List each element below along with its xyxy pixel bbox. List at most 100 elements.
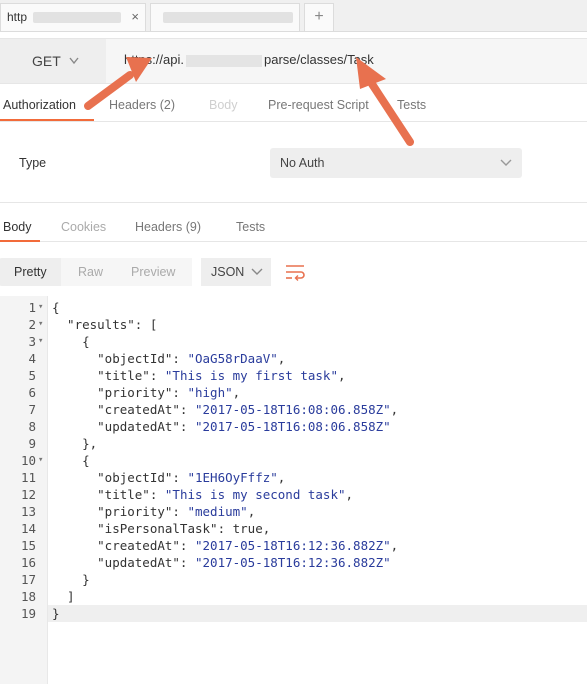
pretty-button[interactable]: Pretty: [0, 258, 61, 286]
code-line: 6 "priority": "high",: [0, 384, 587, 401]
format-select[interactable]: JSON: [201, 258, 271, 286]
response-body-editor[interactable]: 1 ▾{2 ▾ "results": [3 ▾ {4 "objectId": "OaG…: [0, 296, 587, 684]
json-key: "createdAt":: [52, 538, 195, 553]
code-text: {: [52, 453, 90, 468]
line-number: 7: [28, 402, 36, 417]
json-string-value: "2017-05-18T16:08:06.858Z": [195, 402, 391, 417]
json-key: "priority":: [52, 504, 188, 519]
json-punctuation: ,: [390, 538, 399, 553]
json-string-value: "This is my first task": [164, 368, 338, 383]
tab-response-headers[interactable]: Headers (9): [135, 220, 201, 234]
code-line: 9 },: [0, 435, 587, 452]
code-line: 3 ▾ {: [0, 333, 587, 350]
json-punctuation: ,: [337, 368, 346, 383]
line-number: 18: [20, 589, 36, 604]
line-number: 10: [20, 453, 36, 468]
code-line: 2 ▾ "results": [: [0, 316, 587, 333]
fold-toggle-icon[interactable]: ▾: [38, 299, 43, 316]
json-string-value: "2017-05-18T16:12:36.882Z": [195, 555, 391, 570]
chevron-down-icon: [500, 148, 512, 189]
json-key: "createdAt":: [52, 402, 195, 417]
line-number: 12: [20, 487, 36, 502]
json-punctuation: ,: [277, 470, 286, 485]
wrap-lines-icon[interactable]: [284, 263, 306, 281]
method-select[interactable]: GET: [0, 39, 106, 83]
auth-type-select[interactable]: No Auth: [270, 148, 522, 178]
code-text: }: [52, 606, 60, 621]
tab-test-results[interactable]: Tests: [236, 220, 265, 234]
chevron-down-icon: [251, 258, 263, 296]
url-bar: GET https://api. parse/classes/Task: [0, 38, 587, 84]
tab-pre-request-script[interactable]: Pre-request Script: [268, 98, 369, 112]
code-line: 19}: [0, 605, 587, 622]
json-string-value: "high": [187, 385, 233, 400]
close-icon[interactable]: ×: [131, 4, 139, 30]
code-line: 5 "title": "This is my first task",: [0, 367, 587, 384]
line-number: 15: [20, 538, 36, 553]
line-number: 5: [28, 368, 36, 383]
code-line: 13 "priority": "medium",: [0, 503, 587, 520]
code-line: 17 }: [0, 571, 587, 588]
request-tabs: Authorization Headers (2) Body Pre-reque…: [0, 92, 587, 122]
redacted-text: [163, 12, 293, 23]
code-line: 12 "title": "This is my second task",: [0, 486, 587, 503]
request-tab[interactable]: http ×: [0, 3, 146, 31]
json-punctuation: ,: [232, 385, 241, 400]
json-punctuation: ,: [277, 351, 286, 366]
json-key: "title":: [52, 487, 165, 502]
json-string-value: "2017-05-18T16:12:36.882Z": [195, 538, 391, 553]
json-key: "priority":: [52, 385, 188, 400]
fold-toggle-icon[interactable]: ▾: [38, 333, 43, 350]
line-number: 17: [20, 572, 36, 587]
code-line: 15 "createdAt": "2017-05-18T16:12:36.882…: [0, 537, 587, 554]
current-line-highlight: [48, 605, 587, 622]
line-number: 14: [20, 521, 36, 536]
format-bar: Pretty Raw Preview JSON: [0, 252, 587, 292]
request-tab-label: http: [7, 10, 28, 24]
json-key: "updatedAt":: [52, 555, 195, 570]
tab-authorization[interactable]: Authorization: [3, 98, 76, 112]
preview-button[interactable]: Preview: [117, 258, 189, 286]
code-line: 14 "isPersonalTask": true,: [0, 520, 587, 537]
json-key: "objectId":: [52, 470, 188, 485]
json-punctuation: ,: [247, 504, 256, 519]
json-string-value: "This is my second task": [164, 487, 346, 502]
json-string-value: "medium": [187, 504, 248, 519]
redacted-text: [33, 12, 121, 23]
auth-type-label: Type: [19, 156, 47, 170]
active-tab-indicator: [0, 119, 94, 121]
line-number: 1: [28, 300, 36, 315]
tab-body[interactable]: Body: [209, 98, 238, 112]
fold-toggle-icon[interactable]: ▾: [38, 316, 43, 333]
code-line: 11 "objectId": "1EH6OyFffz",: [0, 469, 587, 486]
new-tab-button[interactable]: +: [304, 3, 334, 31]
json-key: "objectId":: [52, 351, 188, 366]
code-line: 18 ]: [0, 588, 587, 605]
fold-toggle-icon[interactable]: ▾: [38, 452, 43, 469]
tab-response-body[interactable]: Body: [3, 220, 32, 234]
tab-tests[interactable]: Tests: [397, 98, 426, 112]
line-number: 4: [28, 351, 36, 366]
line-number: 16: [20, 555, 36, 570]
line-number: 8: [28, 419, 36, 434]
code-line: 16 "updatedAt": "2017-05-18T16:12:36.882…: [0, 554, 587, 571]
code-text: "isPersonalTask": true,: [52, 521, 271, 536]
tab-headers[interactable]: Headers (2): [109, 98, 175, 112]
url-input[interactable]: https://api. parse/classes/Task: [124, 52, 374, 67]
raw-button[interactable]: Raw: [64, 258, 117, 286]
code-line: 8 "updatedAt": "2017-05-18T16:08:06.858Z…: [0, 418, 587, 435]
code-text: {: [52, 334, 90, 349]
code-text: "results": [: [52, 317, 158, 332]
tab-cookies[interactable]: Cookies: [61, 220, 106, 234]
line-number: 2: [28, 317, 36, 332]
json-string-value: "1EH6OyFffz": [187, 470, 278, 485]
format-select-value: JSON: [211, 265, 245, 279]
line-number: 19: [20, 606, 36, 621]
code-text: }: [52, 572, 90, 587]
code-line: 10 ▾ {: [0, 452, 587, 469]
url-path: parse/classes/Task: [263, 52, 374, 67]
request-tab[interactable]: [150, 3, 300, 31]
code-line: 4 "objectId": "OaG58rDaaV",: [0, 350, 587, 367]
json-string-value: "OaG58rDaaV": [187, 351, 278, 366]
code-text: },: [52, 436, 98, 451]
